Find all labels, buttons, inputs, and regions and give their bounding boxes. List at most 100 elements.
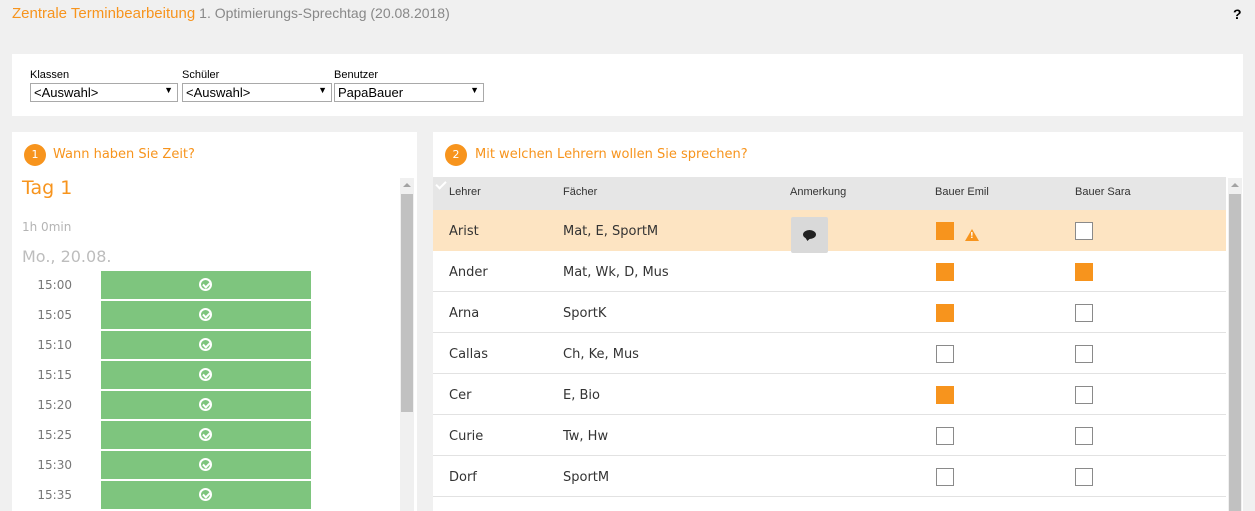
event-subtitle: 1. Optimierungs-Sprechtag (20.08.2018) (199, 5, 450, 21)
step-badge: 1 (24, 144, 46, 166)
check-circle-icon (199, 398, 212, 411)
app-title: Zentrale Terminbearbeitung (12, 5, 196, 22)
time-slot-available[interactable] (101, 361, 311, 389)
teacher-subjects: Ch, Ke, Mus (563, 347, 639, 362)
checkbox-bauer-emil[interactable] (936, 304, 954, 322)
column-header-bauer-emil: Bauer Emil (935, 186, 989, 198)
table-row[interactable]: Curie Tw, Hw (433, 415, 1226, 456)
scrollbar-thumb[interactable] (1229, 194, 1241, 511)
checkbox-bauer-emil[interactable] (936, 427, 954, 445)
schueler-select-value: <Auswahl> (186, 85, 251, 100)
checkbox-bauer-sara[interactable] (1075, 263, 1093, 281)
page-title: Zentrale Terminbearbeitung 1. Optimierung… (12, 5, 450, 22)
benutzer-label: Benutzer (334, 69, 379, 81)
teacher-subjects: SportM (563, 470, 610, 485)
teacher-subjects: E, Bio (563, 388, 600, 403)
checkbox-bauer-emil[interactable] (936, 468, 954, 486)
availability-panel: 1 Wann haben Sie Zeit? Tag 1 1h 0min Mo.… (12, 132, 417, 511)
benutzer-select-value: PapaBauer (338, 85, 404, 100)
teacher-subjects: Tw, Hw (563, 429, 609, 444)
check-circle-icon (199, 458, 212, 471)
time-slot-available[interactable] (101, 301, 311, 329)
teacher-name: Curie (449, 429, 484, 444)
teacher-name: Cer (449, 388, 472, 403)
note-button[interactable] (791, 217, 828, 253)
teacher-name: Arist (449, 224, 479, 239)
check-icon (435, 178, 447, 190)
day-label: Tag 1 (22, 177, 73, 199)
scrollbar-thumb[interactable] (401, 194, 413, 412)
table-row[interactable]: Arna SportK (433, 292, 1226, 333)
teacher-panel: 2 Mit welchen Lehrern wollen Sie spreche… (433, 132, 1243, 511)
column-header-faecher[interactable]: Fächer (563, 186, 597, 198)
time-slot-available[interactable] (101, 271, 311, 299)
check-circle-icon (199, 428, 212, 441)
table-row[interactable]: Cer E, Bio (433, 374, 1226, 415)
check-circle-icon (199, 278, 212, 291)
checkbox-bauer-sara[interactable] (1075, 222, 1093, 240)
table-row[interactable]: Dorf SportM (433, 456, 1226, 497)
checkbox-bauer-emil[interactable] (936, 222, 954, 240)
teacher-name: Callas (449, 347, 489, 362)
scroll-up-arrow-icon[interactable] (400, 178, 414, 192)
schueler-label: Schüler (182, 69, 220, 81)
checkbox-bauer-emil[interactable] (936, 263, 954, 281)
checkbox-bauer-emil[interactable] (936, 345, 954, 363)
table-row[interactable]: Ander Mat, Wk, D, Mus (433, 251, 1226, 292)
benutzer-select[interactable]: PapaBauer ▼ (334, 83, 484, 102)
table-scrollbar[interactable] (1228, 178, 1242, 511)
checkbox-bauer-sara[interactable] (1075, 427, 1093, 445)
table-row[interactable]: Arist Mat, E, SportM (433, 210, 1226, 253)
column-header-bauer-sara: Bauer Sara (1075, 186, 1131, 198)
slot-time-label: 15:35 (37, 488, 72, 502)
check-circle-icon (199, 308, 212, 321)
duration-label: 1h 0min (22, 220, 72, 234)
teacher-panel-title: Mit welchen Lehrern wollen Sie sprechen? (475, 147, 748, 162)
scroll-up-arrow-icon[interactable] (1228, 178, 1242, 192)
time-slot-available[interactable] (101, 391, 311, 419)
table-row[interactable]: Callas Ch, Ke, Mus (433, 333, 1226, 374)
teacher-name: Arna (449, 306, 480, 321)
chevron-down-icon: ▼ (318, 85, 327, 95)
teacher-subjects: Mat, Wk, D, Mus (563, 265, 669, 280)
teacher-subjects: Mat, E, SportM (563, 224, 659, 239)
availability-title: Wann haben Sie Zeit? (53, 147, 195, 162)
speech-bubble-icon (803, 230, 816, 239)
slot-time-label: 15:10 (37, 338, 72, 352)
slot-time-label: 15:25 (37, 428, 72, 442)
checkbox-bauer-sara[interactable] (1075, 345, 1093, 363)
klassen-select[interactable]: <Auswahl> ▼ (30, 83, 178, 102)
column-header-lehrer[interactable]: Lehrer (449, 186, 481, 198)
slot-time-label: 15:30 (37, 458, 72, 472)
checkbox-bauer-emil[interactable] (936, 386, 954, 404)
checkbox-bauer-sara[interactable] (1075, 386, 1093, 404)
klassen-label: Klassen (30, 69, 70, 81)
schueler-select[interactable]: <Auswahl> ▼ (182, 83, 332, 102)
time-slot-available[interactable] (101, 481, 311, 509)
teacher-subjects: SportK (563, 306, 607, 321)
check-circle-icon (199, 338, 212, 351)
warning-triangle-icon (965, 229, 979, 241)
teacher-name: Dorf (449, 470, 477, 485)
time-slot-available[interactable] (101, 451, 311, 479)
chevron-down-icon: ▼ (470, 85, 479, 95)
step-badge: 2 (445, 144, 467, 166)
time-slot-available[interactable] (101, 331, 311, 359)
klassen-select-value: <Auswahl> (34, 85, 99, 100)
column-header-anmerkung: Anmerkung (790, 186, 847, 198)
chevron-down-icon: ▼ (164, 85, 173, 95)
time-slot-available[interactable] (101, 421, 311, 449)
check-circle-icon (199, 368, 212, 381)
slot-time-label: 15:15 (37, 368, 72, 382)
slot-time-label: 15:05 (37, 308, 72, 322)
slots-scrollbar[interactable] (400, 178, 414, 511)
check-circle-icon (199, 488, 212, 501)
filter-panel: Klassen <Auswahl> ▼ Schüler <Auswahl> ▼ … (12, 54, 1243, 116)
teacher-name: Ander (449, 265, 488, 280)
checkbox-bauer-sara[interactable] (1075, 468, 1093, 486)
slot-time-label: 15:20 (37, 398, 72, 412)
table-header: Lehrer Fächer Anmerkung Bauer Emil Bauer… (433, 177, 1226, 210)
slot-time-label: 15:00 (37, 278, 72, 292)
checkbox-bauer-sara[interactable] (1075, 304, 1093, 322)
help-button[interactable]: ? (1233, 6, 1242, 22)
